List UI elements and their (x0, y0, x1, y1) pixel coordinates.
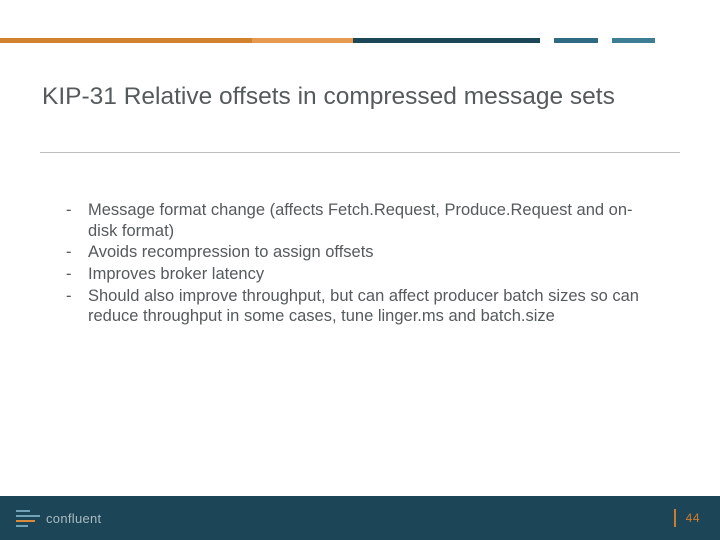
accent-segment (353, 38, 540, 43)
bullet-ul: Message format change (affects Fetch.Req… (66, 200, 640, 327)
page-separator-icon (674, 509, 676, 527)
accent-segment (0, 38, 252, 43)
accent-segment (655, 38, 720, 43)
accent-line (0, 38, 720, 43)
footer-bar: 44 (0, 496, 720, 540)
bullet-item: Should also improve throughput, but can … (66, 286, 640, 327)
accent-segment (554, 38, 597, 43)
accent-segment (252, 38, 353, 43)
slide: KIP-31 Relative offsets in compressed me… (0, 0, 720, 540)
accent-segment (612, 38, 655, 43)
brand-name: confluent (46, 511, 101, 526)
page-number: 44 (686, 511, 700, 525)
accent-segment (598, 38, 612, 43)
bullet-list: Message format change (affects Fetch.Req… (66, 200, 640, 328)
bullet-item: Improves broker latency (66, 264, 640, 285)
accent-segment (540, 38, 554, 43)
title-underline (40, 152, 680, 153)
bullet-item: Avoids recompression to assign offsets (66, 242, 640, 263)
brand-logo: confluent (16, 508, 101, 528)
logo-mark-icon (16, 508, 40, 528)
bullet-item: Message format change (affects Fetch.Req… (66, 200, 640, 241)
slide-title: KIP-31 Relative offsets in compressed me… (42, 82, 678, 113)
